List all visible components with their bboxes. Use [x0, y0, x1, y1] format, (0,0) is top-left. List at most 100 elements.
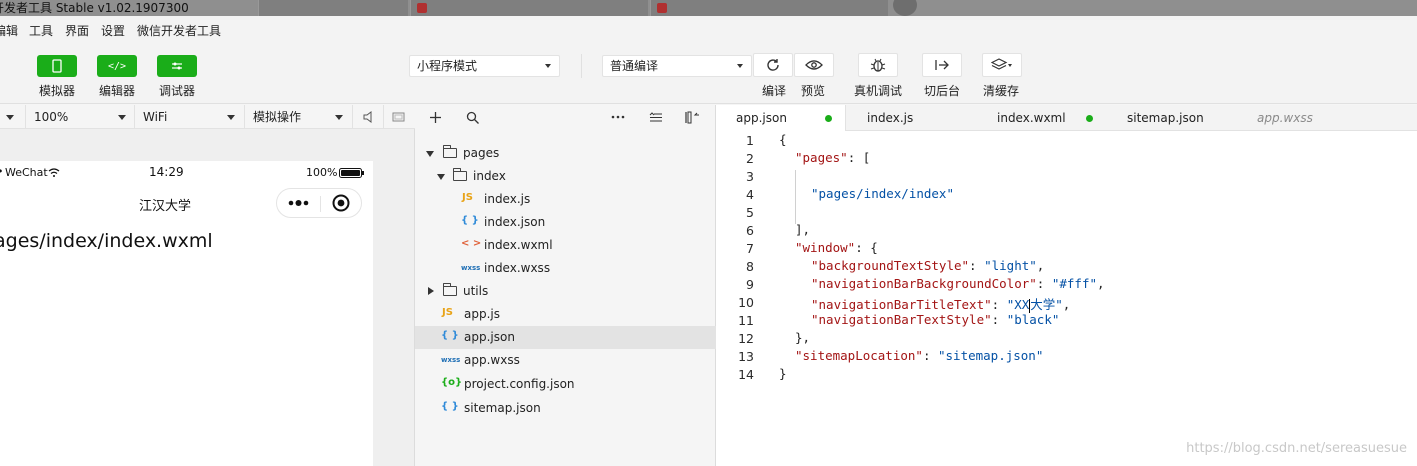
background-tab: [410, 0, 648, 16]
line-number: 1: [746, 133, 754, 148]
detach-button[interactable]: [384, 105, 415, 129]
tree-item-label: app.json: [464, 330, 515, 344]
menu-interface[interactable]: 界面: [65, 22, 89, 39]
tree-folder-utils[interactable]: utils: [415, 280, 716, 303]
line-number: 6: [746, 223, 754, 238]
compile-button[interactable]: [753, 53, 793, 77]
json-file-icon: { }: [441, 401, 459, 412]
background-button[interactable]: [922, 53, 962, 77]
device-select[interactable]: [0, 105, 26, 129]
clear-cache-label: 清缓存: [983, 84, 1020, 98]
line-number: 12: [738, 331, 754, 346]
editor-button[interactable]: </>: [97, 55, 137, 77]
folder-open-icon: [443, 145, 457, 158]
split-panel-icon[interactable]: [685, 111, 701, 124]
tab-index-wxml[interactable]: index.wxml: [977, 105, 1107, 131]
line-number: 4: [746, 187, 754, 202]
plus-icon[interactable]: [429, 111, 442, 124]
tree-item-label: index: [473, 169, 506, 183]
code-line: "navigationBarTextStyle": "black": [811, 312, 1060, 327]
tree-file-index-wxml[interactable]: < > index.wxml: [415, 234, 716, 257]
tree-file-index-wxss[interactable]: wxss index.wxss: [415, 257, 716, 280]
debugger-button[interactable]: [157, 55, 197, 77]
code-token: "navigationBarTextStyle": [811, 312, 992, 327]
ellipsis-icon[interactable]: [611, 115, 625, 119]
zoom-select[interactable]: 100%: [26, 105, 135, 129]
remote-debug-label: 真机调试: [854, 84, 903, 98]
code-token: ],: [795, 222, 811, 237]
remote-debug-button[interactable]: [858, 53, 898, 77]
browser-new-tab-icon: [893, 0, 917, 16]
code-token: "pages": [795, 150, 848, 165]
tree-file-sitemap-json[interactable]: { } sitemap.json: [415, 397, 716, 420]
compile-mode-select[interactable]: 普通编译: [602, 55, 752, 77]
code-area[interactable]: 1 2 3 4 5 6 7 8 9 10 11 12 13 14 { "page…: [716, 132, 1417, 466]
toolbar: 模拟器 </> 编辑器 调试器 小程序模式 普通编译 编译 预览 真机调试 切后…: [0, 42, 1417, 104]
tree-file-index-json[interactable]: { } index.json: [415, 211, 716, 234]
line-number: 3: [746, 169, 754, 184]
toggle-icon: [172, 62, 182, 70]
menu-settings[interactable]: 设置: [101, 22, 125, 39]
menu-edit[interactable]: 编辑: [0, 22, 18, 39]
tab-index-js[interactable]: index.js: [847, 105, 967, 131]
line-number: 13: [738, 349, 754, 364]
tab-sitemap-json[interactable]: sitemap.json: [1107, 105, 1237, 131]
tab-app-json[interactable]: app.json: [716, 105, 846, 131]
line-number: 2: [746, 151, 754, 166]
code-icon: </>: [107, 60, 127, 72]
code-line: "pages/index/index": [811, 186, 954, 201]
simulator-button[interactable]: [37, 55, 77, 77]
battery-icon: [339, 168, 364, 178]
search-icon[interactable]: [466, 111, 480, 125]
chevron-down-icon: [737, 64, 743, 68]
layers-icon: [991, 58, 1012, 70]
mode-select[interactable]: 小程序模式: [409, 55, 560, 77]
collapse-all-icon[interactable]: [649, 112, 663, 123]
code-token: "backgroundTextStyle": [811, 258, 970, 273]
tree-file-app-js[interactable]: JS app.js: [415, 303, 716, 326]
simulator-toolbar: 100% WiFi 模拟操作: [0, 105, 415, 129]
json-file-icon: { }: [461, 215, 479, 226]
phone-icon: [52, 59, 62, 73]
capsule-menu: [276, 188, 362, 218]
tree-item-label: sitemap.json: [464, 401, 541, 415]
simulate-operation-select[interactable]: 模拟操作: [245, 105, 353, 129]
mute-button[interactable]: [353, 105, 384, 129]
tree-item-label: index.wxss: [484, 261, 551, 275]
chevron-right-icon: [428, 287, 434, 295]
tab-app-wxss[interactable]: app.wxss: [1237, 105, 1367, 131]
tree-folder-index[interactable]: index: [415, 165, 716, 188]
code-token: "window": [795, 240, 856, 255]
code-token: "light": [984, 258, 1037, 273]
tree-item-label: app.wxss: [464, 353, 520, 367]
network-select[interactable]: WiFi: [135, 105, 245, 129]
line-number: 5: [746, 205, 754, 220]
background-tab: [258, 0, 408, 16]
menu-wechat-devtools[interactable]: 微信开发者工具: [137, 22, 221, 39]
eye-icon: [805, 60, 823, 70]
watermark-text: https://blog.csdn.net/sereasuesue: [1186, 441, 1407, 456]
compile-select-value: 普通编译: [610, 59, 659, 73]
more-button[interactable]: [277, 189, 320, 217]
clear-cache-button[interactable]: [982, 53, 1022, 77]
tree-file-app-json[interactable]: { } app.json: [415, 326, 716, 349]
tree-folder-pages[interactable]: pages: [415, 142, 716, 165]
tab-label: app.json: [736, 111, 787, 125]
target-circle-icon: [332, 194, 350, 212]
menu-tools[interactable]: 工具: [29, 22, 53, 39]
chevron-down-icon: [545, 64, 551, 68]
compile-label: 编译: [762, 84, 787, 98]
wxss-file-icon: wxss: [441, 356, 461, 364]
preview-label: 预览: [801, 84, 826, 98]
tree-file-index-js[interactable]: JS index.js: [415, 188, 716, 211]
close-miniprogram-button[interactable]: [321, 189, 362, 217]
tree-file-project-config[interactable]: {o} project.config.json: [415, 373, 716, 396]
preview-button[interactable]: [794, 53, 834, 77]
wxss-file-icon: wxss: [461, 264, 481, 272]
tree-file-app-wxss[interactable]: wxss app.wxss: [415, 349, 716, 372]
wxml-file-icon: < >: [461, 238, 482, 249]
tree-item-label: utils: [463, 284, 489, 298]
js-file-icon: JS: [462, 192, 473, 203]
wifi-icon: [48, 168, 60, 177]
folder-icon: [443, 283, 457, 296]
